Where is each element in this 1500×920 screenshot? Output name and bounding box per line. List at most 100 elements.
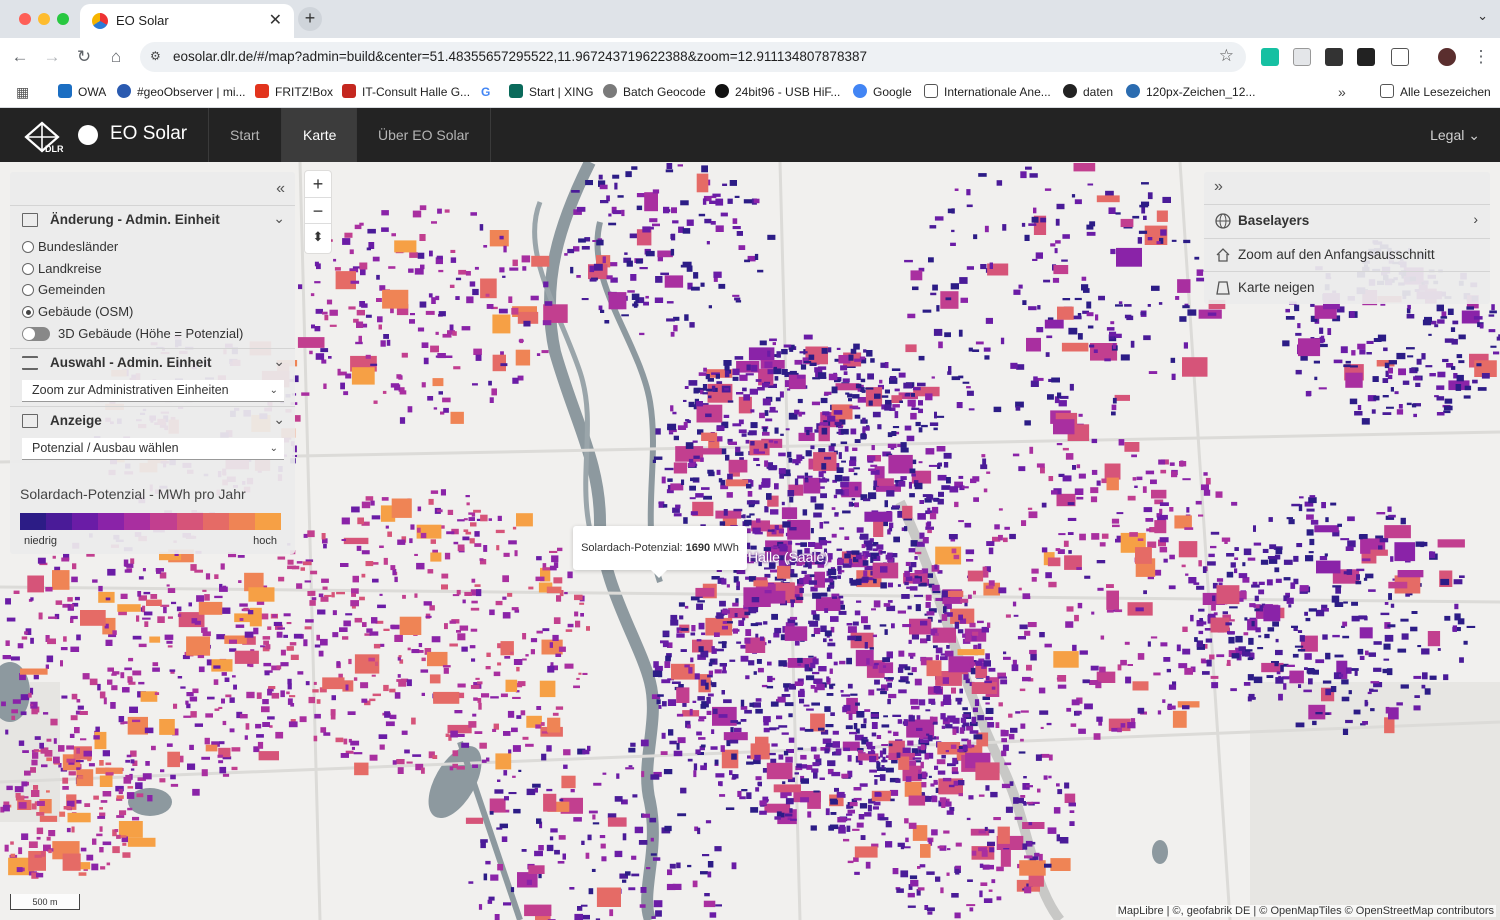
building-footprint[interactable] — [573, 685, 580, 689]
building-footprint[interactable] — [861, 736, 868, 740]
building-footprint[interactable] — [665, 169, 674, 173]
building-footprint[interactable] — [828, 373, 838, 381]
building-footprint[interactable] — [775, 582, 795, 591]
building-footprint[interactable] — [1314, 376, 1318, 381]
building-footprint[interactable] — [588, 810, 598, 814]
building-footprint[interactable] — [485, 666, 491, 670]
building-footprint[interactable] — [1143, 335, 1151, 341]
building-footprint[interactable] — [920, 638, 928, 644]
building-footprint[interactable] — [910, 698, 919, 705]
building-footprint[interactable] — [723, 699, 732, 704]
building-footprint[interactable] — [1178, 663, 1188, 669]
building-footprint[interactable] — [1022, 676, 1031, 682]
building-footprint[interactable] — [528, 586, 534, 590]
building-footprint[interactable] — [897, 584, 901, 587]
building-footprint[interactable] — [299, 716, 307, 723]
building-footprint[interactable] — [921, 424, 928, 428]
building-footprint[interactable] — [145, 761, 150, 766]
building-footprint[interactable] — [905, 681, 910, 684]
building-footprint[interactable] — [925, 709, 931, 712]
building-footprint[interactable] — [700, 704, 707, 709]
building-footprint[interactable] — [428, 498, 434, 505]
building-footprint[interactable] — [655, 428, 661, 435]
building-footprint[interactable] — [412, 754, 422, 757]
building-footprint[interactable] — [553, 577, 563, 584]
building-footprint[interactable] — [847, 683, 853, 689]
building-footprint[interactable] — [843, 747, 850, 752]
building-footprint[interactable] — [495, 600, 503, 606]
building-footprint[interactable] — [512, 696, 521, 699]
building-footprint[interactable] — [77, 705, 84, 710]
building-footprint[interactable] — [905, 837, 909, 843]
building-footprint[interactable] — [685, 442, 694, 449]
building-footprint[interactable] — [908, 548, 916, 553]
building-footprint[interactable] — [62, 777, 69, 784]
building-footprint[interactable] — [941, 485, 951, 490]
building-footprint[interactable] — [890, 798, 895, 802]
building-footprint[interactable] — [314, 261, 319, 267]
building-footprint[interactable] — [421, 382, 426, 388]
building-footprint[interactable] — [1286, 597, 1294, 604]
building-footprint[interactable] — [303, 533, 308, 538]
building-footprint[interactable] — [36, 812, 45, 816]
profile-avatar[interactable] — [1438, 48, 1456, 66]
building-footprint[interactable] — [897, 667, 904, 673]
building-footprint[interactable] — [21, 781, 28, 787]
building-footprint[interactable] — [888, 693, 897, 699]
building-footprint[interactable] — [1159, 537, 1169, 543]
building-footprint[interactable] — [1178, 541, 1198, 558]
building-footprint[interactable] — [797, 663, 802, 666]
building-footprint[interactable] — [1322, 634, 1328, 640]
building-footprint[interactable] — [1112, 524, 1120, 528]
building-footprint[interactable] — [471, 512, 476, 517]
building-footprint[interactable] — [869, 755, 877, 763]
building-footprint[interactable] — [946, 872, 950, 876]
building-footprint[interactable] — [982, 566, 987, 572]
building-footprint[interactable] — [733, 628, 738, 634]
building-footprint[interactable] — [532, 783, 541, 788]
building-footprint[interactable] — [192, 688, 199, 694]
building-footprint[interactable] — [549, 550, 558, 553]
building-footprint[interactable] — [1079, 533, 1086, 541]
building-footprint[interactable] — [15, 793, 21, 798]
building-footprint[interactable] — [870, 464, 878, 467]
building-footprint[interactable] — [1359, 349, 1366, 355]
building-footprint[interactable] — [1078, 473, 1086, 479]
building-footprint[interactable] — [1424, 688, 1431, 695]
building-footprint[interactable] — [481, 759, 487, 763]
building-footprint[interactable] — [785, 813, 793, 817]
building-footprint[interactable] — [1463, 640, 1468, 645]
building-footprint[interactable] — [952, 717, 960, 724]
building-footprint[interactable] — [881, 832, 886, 836]
building-footprint[interactable] — [853, 787, 862, 791]
building-footprint[interactable] — [756, 464, 761, 467]
building-footprint[interactable] — [867, 751, 876, 755]
building-footprint[interactable] — [666, 318, 675, 322]
building-footprint[interactable] — [1294, 304, 1300, 312]
building-footprint[interactable] — [222, 607, 231, 614]
building-footprint[interactable] — [323, 732, 331, 736]
building-footprint[interactable] — [769, 727, 777, 731]
building-footprint[interactable] — [441, 525, 445, 529]
building-footprint[interactable] — [846, 657, 852, 665]
building-footprint[interactable] — [290, 654, 299, 660]
building-footprint[interactable] — [848, 354, 854, 361]
building-footprint[interactable] — [966, 204, 973, 208]
building-footprint[interactable] — [727, 400, 734, 403]
building-footprint[interactable] — [1029, 173, 1038, 178]
building-footprint[interactable] — [1304, 667, 1308, 670]
building-footprint[interactable] — [1040, 217, 1047, 223]
building-footprint[interactable] — [442, 397, 451, 403]
building-footprint[interactable] — [773, 366, 777, 371]
building-footprint[interactable] — [546, 844, 554, 852]
building-footprint[interactable] — [726, 492, 733, 498]
building-footprint[interactable] — [46, 790, 50, 793]
building-footprint[interactable] — [601, 856, 607, 862]
building-footprint[interactable] — [244, 631, 254, 638]
building-footprint[interactable] — [840, 690, 844, 693]
building-footprint[interactable] — [977, 620, 984, 624]
building-footprint[interactable] — [1257, 647, 1264, 650]
building-footprint[interactable] — [1098, 295, 1105, 301]
building-footprint[interactable] — [187, 763, 196, 770]
building-footprint[interactable] — [874, 779, 878, 785]
